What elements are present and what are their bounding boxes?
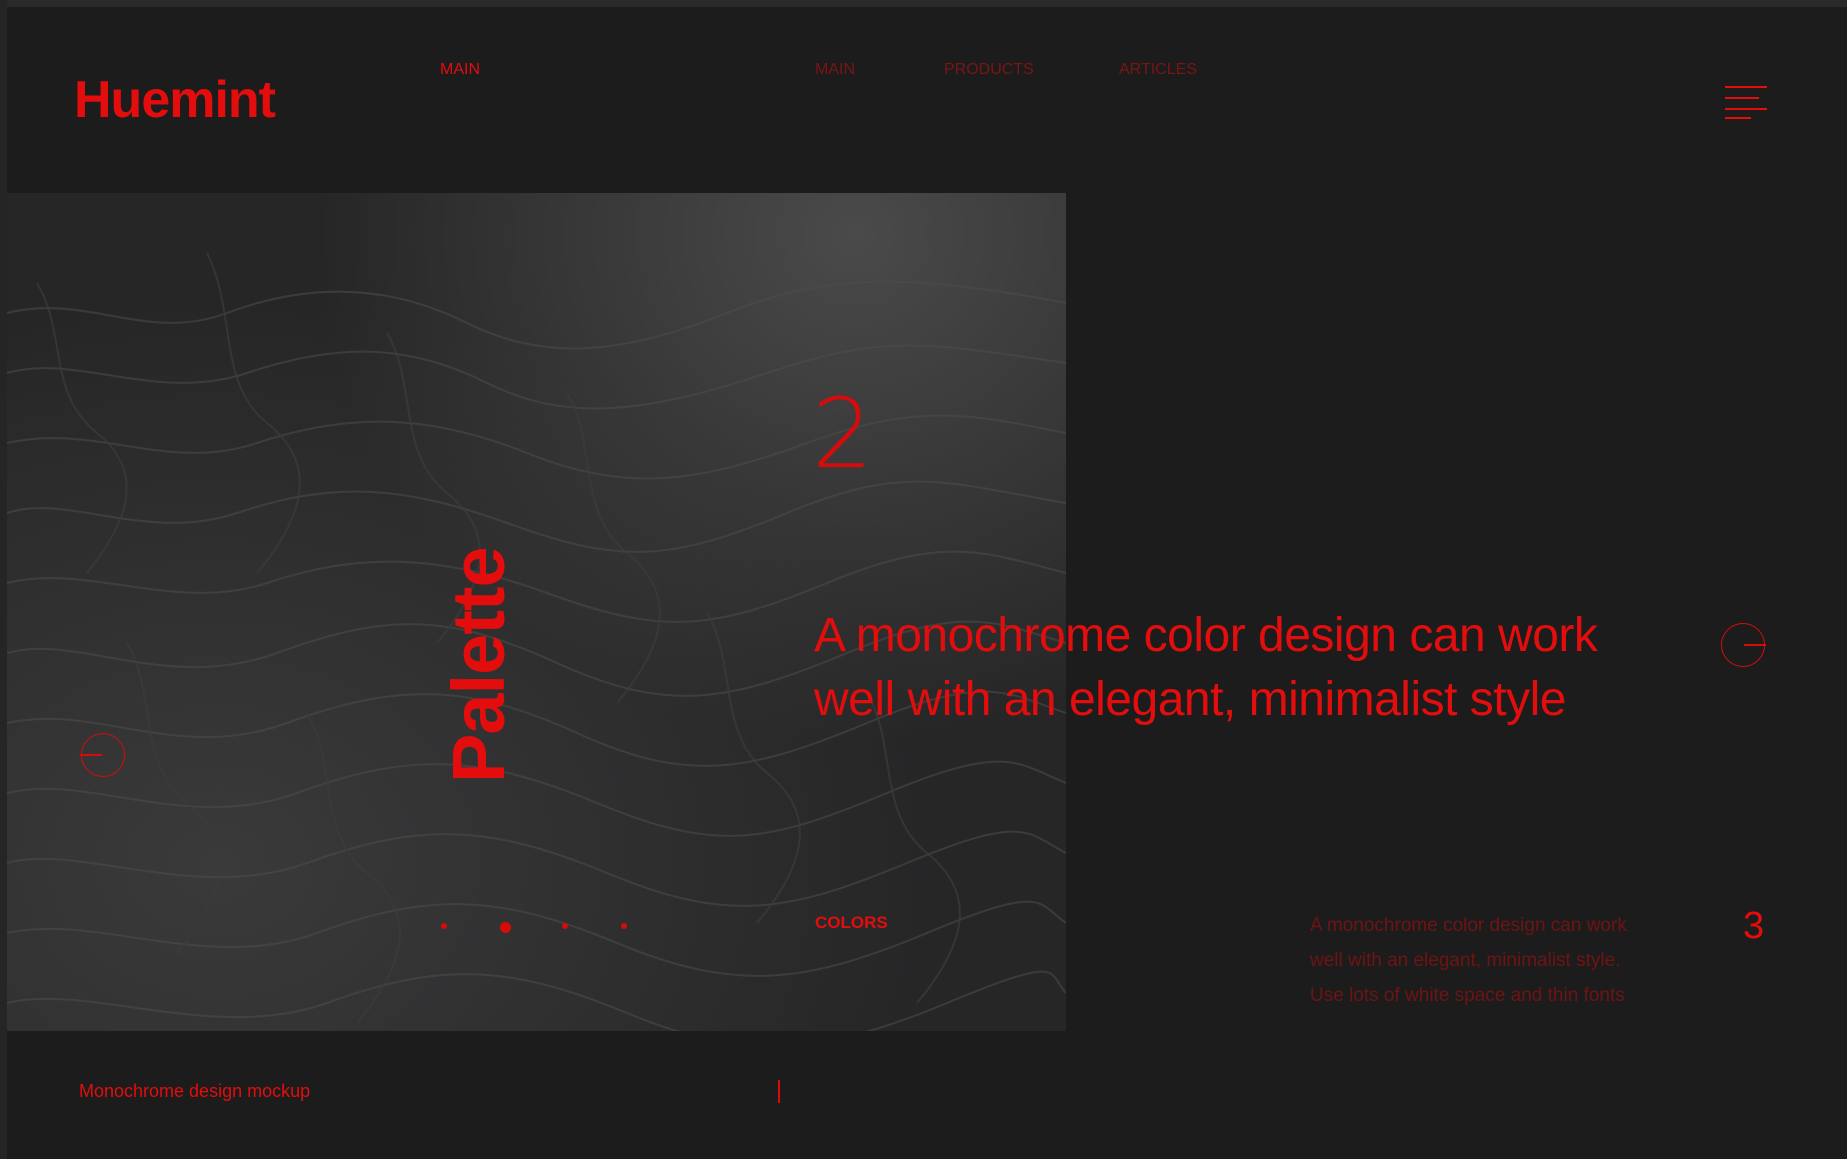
slide-number: 2 <box>812 378 874 490</box>
vertical-title: Palette <box>437 547 520 783</box>
nav-item-articles[interactable]: ARTICLES <box>1119 61 1197 79</box>
pagination-dot-active[interactable] <box>500 922 511 933</box>
nav-item-products[interactable]: PRODUCTS <box>944 61 1034 79</box>
hamburger-icon[interactable] <box>1725 86 1767 120</box>
page: Huemint MAIN MAIN PRODUCTS ARTICLES Pale… <box>0 0 1847 1159</box>
pagination-dot[interactable] <box>621 923 627 929</box>
left-border <box>0 0 7 1159</box>
divider <box>778 1080 780 1103</box>
brand-logo[interactable]: Huemint <box>74 70 276 130</box>
active-section-label[interactable]: MAIN <box>440 61 480 79</box>
next-slide-number: 3 <box>1743 905 1765 947</box>
arrow-right-circle-icon[interactable] <box>1721 623 1766 667</box>
hero-description: A monochrome color design can work well … <box>1310 915 1627 1006</box>
footer-caption: Monochrome design mockup <box>79 1081 311 1101</box>
hero-headline: A monochrome color design can work well … <box>814 609 1598 726</box>
nav-item-main[interactable]: MAIN <box>815 61 855 79</box>
top-border <box>0 0 1847 7</box>
pagination-dot[interactable] <box>562 923 568 929</box>
section-label[interactable]: COLORS <box>815 913 888 933</box>
arrow-left-circle-icon[interactable] <box>80 733 125 777</box>
pagination-dot[interactable] <box>441 923 447 929</box>
